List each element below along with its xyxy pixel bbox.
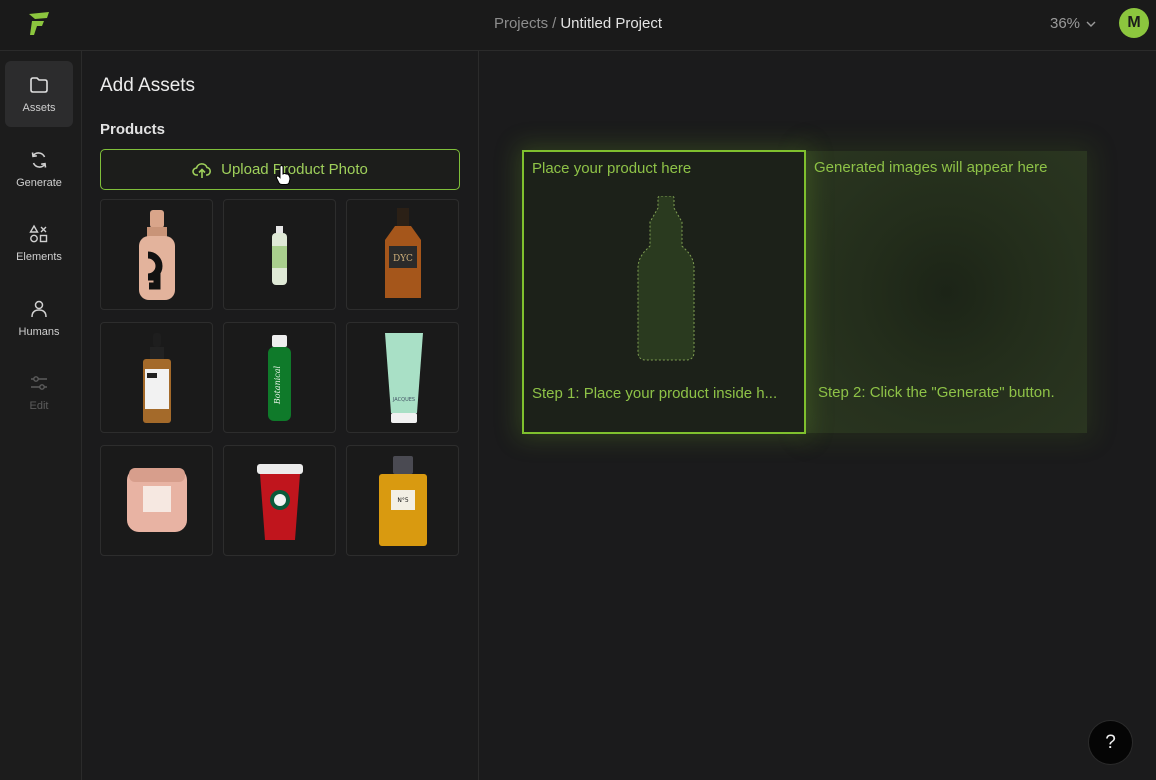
sidebar-item-label: Generate (16, 176, 62, 189)
sidebar: Assets Generate Elements Humans Edit (0, 51, 82, 780)
sidebar-item-edit: Edit (5, 359, 73, 425)
sidebar-item-assets[interactable]: Assets (5, 61, 73, 127)
svg-text:JACQUES: JACQUES (392, 397, 415, 403)
step-2-instruction: Step 2: Click the "Generate" button. (818, 384, 1055, 401)
bottle-placeholder-icon (637, 196, 695, 361)
folder-icon (30, 76, 48, 93)
product-tile-perfume-bottle[interactable]: N°5 (346, 445, 459, 556)
dropper-serum-image (143, 333, 171, 423)
sidebar-item-label: Humans (18, 325, 60, 338)
red-coffee-cup-image (257, 464, 303, 540)
upload-cloud-icon (192, 162, 212, 178)
hand-pointer-cursor-icon (275, 165, 291, 185)
sliders-icon (31, 375, 47, 390)
chevron-down-icon (1086, 21, 1096, 27)
product-tile-dropper-serum[interactable] (100, 322, 213, 433)
person-icon (31, 300, 47, 317)
avatar[interactable]: M (1119, 8, 1149, 38)
product-tile-foundation-bottle[interactable] (100, 199, 213, 310)
upload-button-label: Upload Product Photo (221, 161, 368, 178)
sidebar-item-label: Edit (29, 399, 49, 412)
placement-label: Place your product here (532, 160, 692, 177)
product-tile-red-coffee-cup[interactable] (223, 445, 336, 556)
product-tile-spray-bottle[interactable] (223, 199, 336, 310)
product-tile-pink-candle[interactable] (100, 445, 213, 556)
svg-text:N°5: N°5 (397, 497, 408, 504)
breadcrumb: Projects / Untitled Project (0, 15, 1156, 32)
breadcrumb-projects-link[interactable]: Projects (494, 15, 548, 32)
zoom-dropdown[interactable]: 36% (1050, 15, 1096, 32)
product-grid: DYC Botanical JACQUES N°5 (100, 199, 462, 559)
top-bar: Projects / Untitled Project 36% M (0, 0, 1156, 51)
green-toner-bottle-image: Botanical (268, 335, 291, 421)
sidebar-item-generate[interactable]: Generate (5, 136, 73, 202)
perfume-bottle-image: N°5 (379, 456, 427, 546)
breadcrumb-separator: / (552, 15, 557, 32)
help-button[interactable]: ? (1089, 721, 1132, 764)
project-title[interactable]: Untitled Project (560, 15, 662, 32)
mint-cream-tube-image: JACQUES (385, 333, 423, 423)
spray-bottle-image (272, 226, 287, 285)
svg-text:Botanical: Botanical (273, 365, 282, 405)
zoom-value: 36% (1050, 15, 1081, 32)
product-tile-mint-cream-tube[interactable]: JACQUES (346, 322, 459, 433)
whisky-bottle-image: DYC (385, 208, 421, 298)
shapes-icon (29, 224, 48, 242)
product-placement-frame[interactable]: Place your product here Step 1: Place yo… (522, 150, 806, 434)
assets-panel: Add Assets Products Upload Product Photo (82, 51, 479, 780)
panel-title: Add Assets (100, 75, 196, 96)
svg-text:DYC: DYC (393, 254, 413, 264)
pink-candle-image (127, 468, 187, 532)
sidebar-item-humans[interactable]: Humans (5, 285, 73, 351)
refresh-icon (31, 151, 47, 168)
generated-images-label: Generated images will appear here (814, 159, 1048, 176)
step-1-instruction: Step 1: Place your product inside h... (532, 385, 778, 402)
sidebar-item-label: Elements (16, 250, 62, 263)
product-tile-green-toner-bottle[interactable]: Botanical (223, 322, 336, 433)
product-tile-whisky-bottle[interactable]: DYC (346, 199, 459, 310)
foundation-bottle-image (139, 210, 175, 300)
sidebar-item-elements[interactable]: Elements (5, 210, 73, 276)
sidebar-item-label: Assets (22, 101, 56, 114)
products-heading: Products (100, 121, 166, 138)
